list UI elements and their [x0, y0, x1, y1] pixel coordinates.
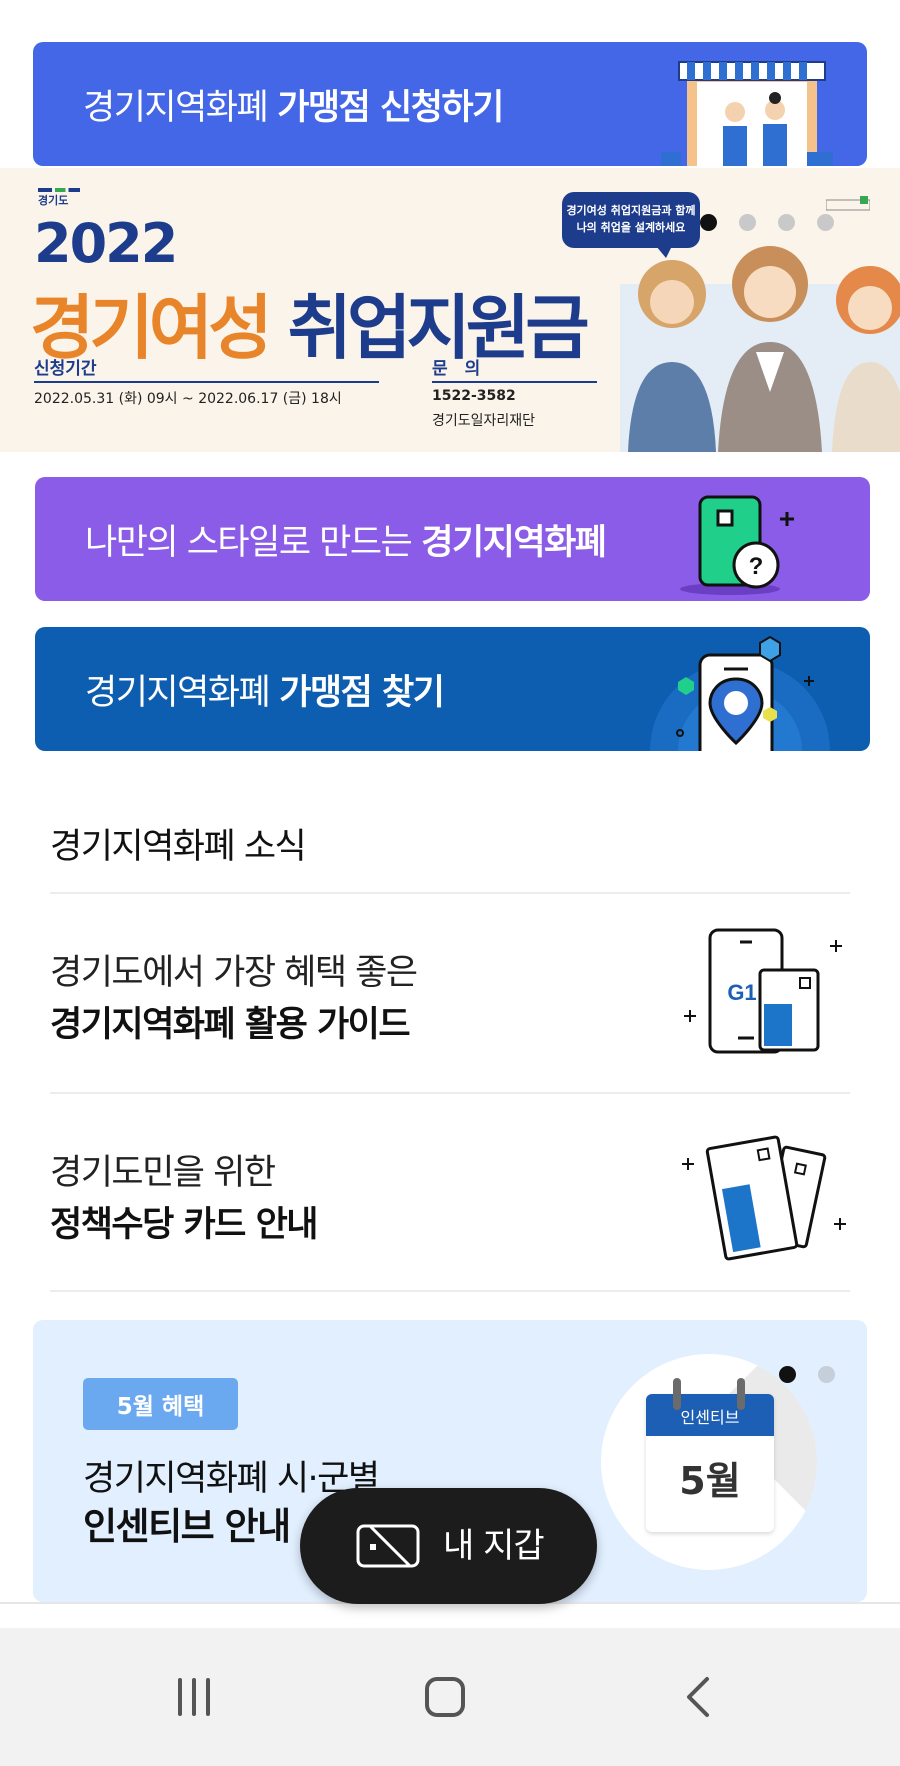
svg-text:G1: G1: [727, 980, 756, 1005]
my-wallet-button[interactable]: 내 지갑: [300, 1488, 597, 1604]
custom-card-banner[interactable]: 나만의 스타일로 만드는 경기지역화폐 ?: [35, 477, 870, 601]
news-item-usage-guide[interactable]: 경기도에서 가장 혜택 좋은 경기지역화폐 활용 가이드 G1: [50, 894, 850, 1090]
merchant-apply-text-bold: 가맹점 신청하기: [277, 87, 504, 128]
news-item-line2: 경기지역화폐 활용 가이드: [50, 1005, 411, 1045]
carousel-dot[interactable]: [778, 214, 795, 231]
carousel-dot-active[interactable]: [700, 214, 717, 231]
policy-cards-icon: [682, 1135, 846, 1261]
find-merchant-text: 경기지역화폐 가맹점 찾기: [85, 627, 445, 751]
home-icon: [425, 1677, 465, 1717]
merchant-apply-banner[interactable]: 경기지역화폐 가맹점 신청하기: [33, 42, 867, 166]
women-illustration: [620, 246, 900, 452]
promo-carousel-dots: [700, 214, 834, 231]
merchant-apply-text-regular: 경기지역화폐: [83, 87, 269, 128]
system-nav-bar: [0, 1628, 900, 1766]
promo-period-label: 신청기간: [34, 354, 379, 383]
custom-card-text: 나만의 스타일로 만드는 경기지역화폐: [85, 477, 607, 601]
divider: [50, 1290, 850, 1292]
find-merchant-text-bold: 가맹점 찾기: [279, 672, 445, 713]
incentive-carousel-dots: [779, 1366, 835, 1383]
promo-contact-label: 문 의: [432, 354, 597, 383]
calendar-ring: [673, 1378, 681, 1410]
news-section-title: 경기지역화폐 소식: [50, 827, 307, 867]
promo-bubble-line1: 경기여성 취업지원금과 함께: [566, 204, 696, 217]
incentive-line2: 인센티브 안내: [83, 1505, 291, 1548]
back-icon: [687, 1677, 709, 1717]
custom-card-text-bold: 경기지역화폐: [421, 522, 607, 563]
recent-apps-button[interactable]: [134, 1628, 254, 1766]
news-item-line2: 정책수당 카드 안내: [50, 1205, 318, 1245]
gov-label: 경기도: [38, 194, 69, 207]
find-merchant-banner[interactable]: 경기지역화폐 가맹점 찾기: [35, 627, 870, 751]
back-button[interactable]: [638, 1628, 758, 1766]
my-wallet-label: 내 지갑: [443, 1526, 545, 1566]
promo-year: 2022: [34, 212, 178, 275]
find-merchant-text-regular: 경기지역화폐: [85, 672, 271, 713]
wallet-card-icon: [356, 1524, 420, 1568]
calendar-ring: [737, 1378, 745, 1410]
news-item-line1: 경기도민을 위한: [50, 1153, 276, 1193]
carousel-dot[interactable]: [818, 1366, 835, 1383]
job-support-promo-carousel[interactable]: 경기도 2022 경기여성 취업지원금 신청기간 2022.05.31 (화) 0…: [0, 168, 900, 452]
card-question-icon: ?: [680, 495, 794, 595]
month-benefit-badge: 5월 혜택: [83, 1378, 238, 1430]
recent-apps-icon: [178, 1678, 210, 1716]
calendar-header: 인센티브: [646, 1394, 774, 1436]
news-item-policy-card[interactable]: 경기도민을 위한 정책수당 카드 안내: [50, 1094, 850, 1290]
carousel-dot[interactable]: [817, 214, 834, 231]
svg-text:?: ?: [749, 553, 764, 580]
calendar-page: 인센티브 5월: [646, 1394, 774, 1532]
calendar-month: 5월: [679, 1459, 741, 1503]
home-button[interactable]: [385, 1628, 505, 1766]
merchant-apply-text: 경기지역화폐 가맹점 신청하기: [83, 42, 504, 166]
news-item-line1: 경기도에서 가장 혜택 좋은: [50, 953, 418, 993]
promo-period-value: 2022.05.31 (화) 09시 ~ 2022.06.17 (금) 18시: [34, 391, 342, 407]
carousel-dot[interactable]: [739, 214, 756, 231]
job-foundation-logo-icon: [826, 196, 870, 211]
storefront-illustration: [661, 61, 833, 166]
calendar-icon: 인센티브 5월: [601, 1354, 817, 1570]
carousel-dot-active[interactable]: [779, 1366, 796, 1383]
map-pin-phone-icon: [650, 635, 830, 751]
custom-card-text-regular: 나만의 스타일로 만드는: [85, 522, 413, 563]
promo-contact-phone: 1522-3582: [432, 388, 516, 404]
promo-contact-org: 경기도일자리재단: [432, 413, 536, 429]
phone-card-icon: G1: [684, 928, 842, 1054]
